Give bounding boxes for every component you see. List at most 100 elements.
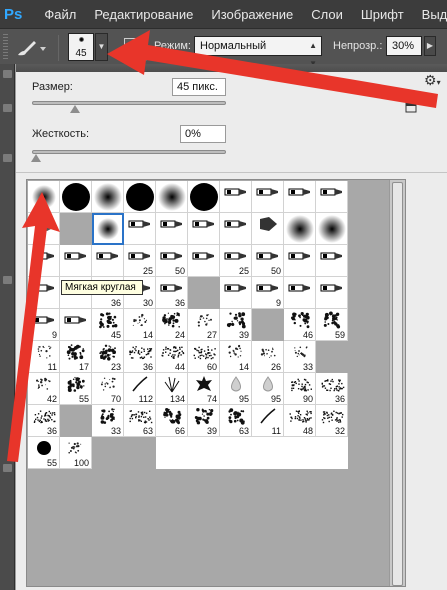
brush-preset-cell[interactable]: 50 <box>252 245 284 277</box>
brush-preset-cell[interactable] <box>252 213 284 245</box>
brush-preset-cell[interactable]: 46 <box>284 309 316 341</box>
brush-preset-cell[interactable] <box>252 181 284 213</box>
options-bar-grip[interactable] <box>3 34 8 60</box>
brush-preset-cell[interactable] <box>156 213 188 245</box>
brush-preset-cell[interactable] <box>60 245 92 277</box>
brush-preset-cell[interactable]: 63 <box>124 405 156 437</box>
hardness-slider[interactable] <box>32 150 226 154</box>
brush-preset-cell[interactable]: 9 <box>28 309 60 341</box>
brush-preset-cell[interactable] <box>124 181 156 213</box>
brush-preset-cell[interactable] <box>188 213 220 245</box>
brush-preset-cell[interactable]: 90 <box>284 373 316 405</box>
brush-preset-cell[interactable]: 39 <box>220 309 252 341</box>
brush-panel-toggle-icon[interactable] <box>124 38 138 54</box>
brush-preset-cell[interactable]: 36 <box>156 277 188 309</box>
brush-preset-cell[interactable]: 66 <box>156 405 188 437</box>
menu-edit[interactable]: Редактирование <box>94 7 193 22</box>
brush-preset-cell[interactable]: 48 <box>284 405 316 437</box>
brush-preset-cell[interactable]: 36 <box>28 405 60 437</box>
brush-preset-cell[interactable] <box>60 309 92 341</box>
brush-preset-cell[interactable]: 14 <box>124 309 156 341</box>
hardness-field[interactable]: 0% <box>180 125 226 143</box>
brush-preset-cell[interactable]: 32 <box>316 405 348 437</box>
brush-picker-dropdown-button[interactable]: ▼ <box>95 33 108 61</box>
brush-preset-cell[interactable]: 60 <box>188 341 220 373</box>
tool-icon[interactable] <box>3 464 12 472</box>
brush-preset-cell[interactable]: 55 <box>28 437 60 469</box>
brush-preset-cell[interactable] <box>92 245 124 277</box>
new-preset-icon[interactable] <box>404 100 418 114</box>
brush-preset-cell[interactable] <box>316 213 348 245</box>
brush-preset-cell[interactable]: 95 <box>252 373 284 405</box>
mode-select[interactable]: Нормальный ▲▼ <box>194 36 322 56</box>
brush-preset-cell[interactable] <box>220 277 252 309</box>
brush-preset-cell[interactable]: 42 <box>28 373 60 405</box>
brush-preset-cell[interactable]: 26 <box>252 341 284 373</box>
brush-preset-cell[interactable] <box>220 213 252 245</box>
brush-preset-cell[interactable]: 44 <box>156 341 188 373</box>
brush-preset-cell[interactable] <box>316 277 348 309</box>
brush-preset-cell[interactable] <box>92 181 124 213</box>
brush-preset-cell[interactable] <box>28 277 60 309</box>
menu-file[interactable]: Файл <box>44 7 76 22</box>
brush-preset-cell[interactable] <box>92 213 124 245</box>
brush-preset-cell[interactable]: 33 <box>92 405 124 437</box>
brush-preset-cell[interactable] <box>284 277 316 309</box>
brush-preset-cell[interactable] <box>188 245 220 277</box>
brush-preset-cell[interactable]: 55 <box>60 373 92 405</box>
brush-preset-cell[interactable]: 112 <box>124 373 156 405</box>
brush-preset-cell[interactable]: 100 <box>60 437 92 469</box>
brush-preset-cell[interactable]: 25 <box>124 245 156 277</box>
brush-preset-cell[interactable]: 9 <box>252 277 284 309</box>
brush-preset-cell[interactable] <box>28 213 60 245</box>
brush-preset-cell[interactable]: 39 <box>188 405 220 437</box>
brush-tool-icon[interactable] <box>14 37 48 59</box>
brush-preset-cell[interactable] <box>316 245 348 277</box>
brush-preset-cell[interactable] <box>284 213 316 245</box>
brush-preset-cell[interactable]: 95 <box>220 373 252 405</box>
menu-image[interactable]: Изображение <box>211 7 293 22</box>
brush-preset-cell[interactable]: 63 <box>220 405 252 437</box>
tool-icon[interactable] <box>3 276 12 284</box>
brush-preset-cell[interactable]: 17 <box>60 341 92 373</box>
brush-preset-cell[interactable]: 33 <box>284 341 316 373</box>
brush-preset-cell[interactable]: 36 <box>124 341 156 373</box>
opacity-field[interactable]: 30% <box>386 36 422 56</box>
brush-preset-cell[interactable]: 59 <box>316 309 348 341</box>
brush-preset-cell[interactable]: 11 <box>252 405 284 437</box>
tool-icon[interactable] <box>3 154 12 162</box>
brush-preset-cell[interactable]: 23 <box>92 341 124 373</box>
scrollbar-thumb[interactable] <box>392 182 403 586</box>
collapse-icon[interactable] <box>3 70 12 78</box>
brush-preset-cell[interactable]: 50 <box>156 245 188 277</box>
brush-preset-cell[interactable] <box>156 181 188 213</box>
brush-preset-cell[interactable] <box>28 181 60 213</box>
settings-gear-icon[interactable]: ⚙▾ <box>424 72 442 88</box>
brush-preset-cell[interactable] <box>188 181 220 213</box>
brush-preset-cell[interactable]: 24 <box>156 309 188 341</box>
menu-type[interactable]: Шрифт <box>361 7 404 22</box>
brush-preset-cell[interactable]: 14 <box>220 341 252 373</box>
brush-preset-cell[interactable] <box>124 213 156 245</box>
brush-preset-cell[interactable] <box>284 245 316 277</box>
brush-preset-cell[interactable]: 70 <box>92 373 124 405</box>
brush-preset-cell[interactable] <box>220 181 252 213</box>
brush-preset-cell[interactable]: 27 <box>188 309 220 341</box>
menu-layers[interactable]: Слои <box>311 7 343 22</box>
brush-preset-cell[interactable] <box>60 181 92 213</box>
opacity-dropdown-button[interactable]: ▶ <box>424 36 436 56</box>
size-slider-thumb[interactable] <box>70 105 80 113</box>
size-slider[interactable] <box>32 101 226 105</box>
size-field[interactable]: 45 пикс. <box>172 78 226 96</box>
tool-icon[interactable] <box>3 104 12 112</box>
brush-preset-cell[interactable]: 74 <box>188 373 220 405</box>
brush-preset-cell[interactable]: 36 <box>316 373 348 405</box>
grid-scrollbar[interactable] <box>389 180 405 586</box>
brush-preset-cell[interactable]: 11 <box>28 341 60 373</box>
brush-preset-cell[interactable] <box>316 181 348 213</box>
menu-select[interactable]: Выделе <box>422 7 447 22</box>
hardness-slider-thumb[interactable] <box>31 154 41 162</box>
brush-preset-cell[interactable] <box>284 181 316 213</box>
brush-preset-cell[interactable]: 134 <box>156 373 188 405</box>
brush-preset-preview[interactable]: 45 <box>68 33 94 61</box>
